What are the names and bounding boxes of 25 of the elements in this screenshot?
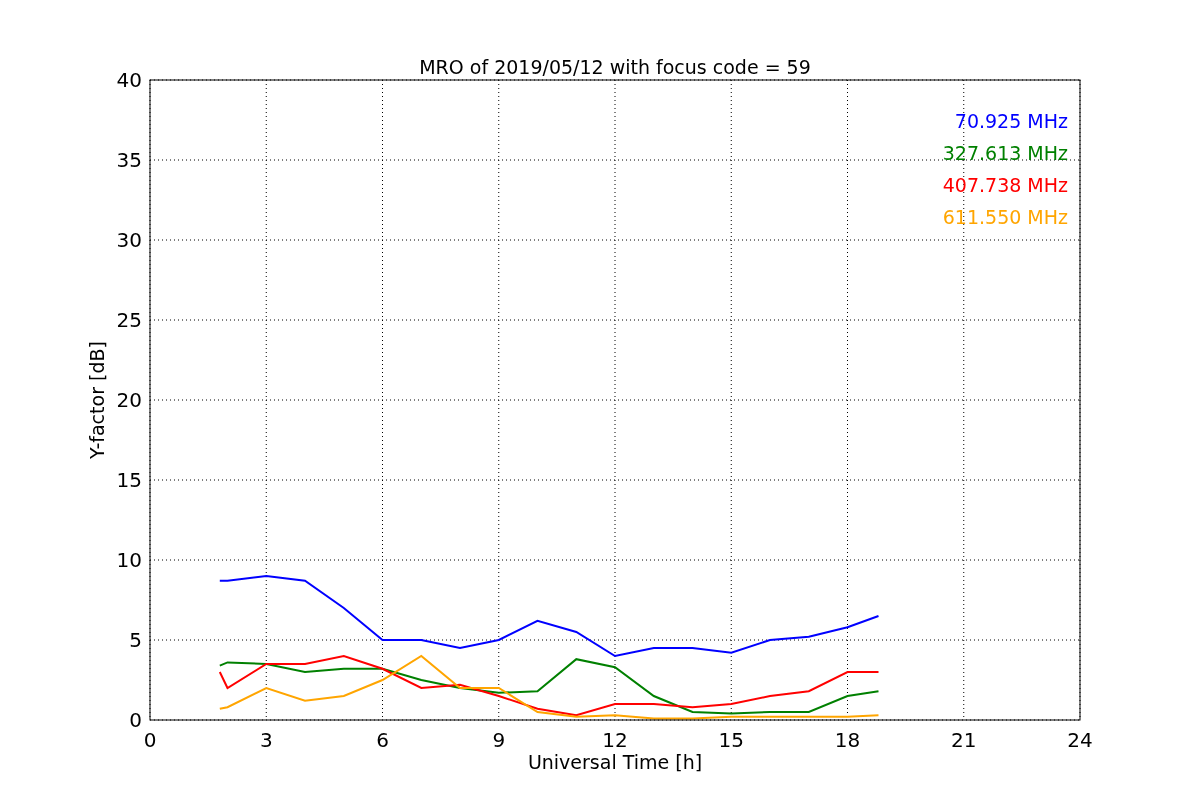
y-tick-label: 30: [116, 228, 142, 252]
x-tick-label: 18: [834, 728, 861, 752]
x-tick-label: 9: [492, 728, 506, 752]
y-tick-label: 20: [116, 388, 142, 412]
y-tick-label: 10: [116, 548, 142, 572]
y-tick-label: 0: [129, 708, 142, 732]
y-axis-label: Y-factor [dB]: [86, 341, 108, 459]
y-tick-label: 5: [129, 628, 142, 652]
x-tick-label: 0: [143, 728, 157, 752]
chart-title: MRO of 2019/05/12 with focus code = 59: [419, 56, 811, 78]
x-tick-label: 24: [1067, 728, 1093, 752]
y-tick-label: 25: [116, 308, 142, 332]
x-tick-label: 15: [718, 728, 744, 752]
legend-label: 407.738 MHz: [942, 174, 1068, 196]
x-axis-label: Universal Time [h]: [527, 751, 703, 773]
legend-label: 611.550 MHz: [942, 206, 1068, 228]
legend-label: 327.613 MHz: [942, 142, 1068, 164]
x-tick-label: 21: [951, 728, 977, 752]
y-tick-label: 35: [116, 148, 142, 172]
legend-label: 70.925 MHz: [954, 110, 1068, 132]
x-tick-label: 3: [259, 728, 273, 752]
x-tick-label: 12: [602, 728, 628, 752]
y-tick-label: 40: [116, 68, 142, 92]
y-tick-label: 15: [116, 468, 142, 492]
x-tick-label: 6: [376, 728, 389, 752]
